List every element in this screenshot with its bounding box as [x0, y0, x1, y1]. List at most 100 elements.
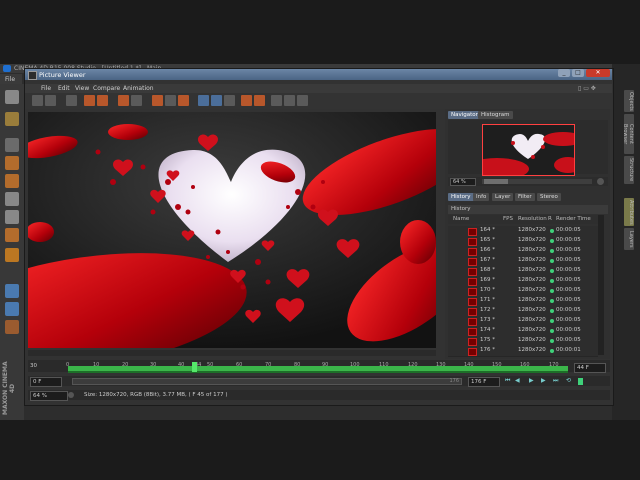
record-indicator[interactable] [578, 378, 583, 385]
stop-render-icon[interactable] [118, 95, 129, 106]
snap-icon[interactable] [5, 284, 19, 298]
history-resolution: 1280x720 [518, 297, 546, 303]
tab-filter[interactable]: Filter [515, 193, 535, 201]
save-icon[interactable] [45, 95, 56, 106]
model-mode-icon[interactable] [5, 156, 19, 170]
status-dot-icon [550, 339, 554, 343]
tab-navigator[interactable]: Navigator [448, 111, 481, 119]
tab-attributes[interactable]: Attributes [624, 198, 634, 226]
close-button[interactable]: ✕ [586, 69, 610, 77]
timeline-tick-label: 40 [178, 362, 185, 368]
step-forward-icon[interactable]: ▶ [541, 378, 547, 384]
split-icon[interactable] [254, 95, 265, 106]
history-scrollbar[interactable] [598, 215, 604, 355]
tab-structure[interactable]: Structure [624, 156, 634, 184]
enable-axis-icon[interactable] [5, 248, 19, 262]
render-region-icon[interactable] [66, 95, 77, 106]
history-name: 175 * [480, 337, 495, 343]
frame-range-slider[interactable]: 176 [72, 378, 462, 385]
play-icon[interactable]: ▶ [529, 378, 535, 384]
tab-layers[interactable]: Layers [624, 228, 634, 250]
timeline-playhead[interactable] [192, 362, 197, 372]
tab-info[interactable]: Info [473, 193, 490, 201]
tab-histogram[interactable]: Histogram [478, 111, 513, 119]
tab-objects[interactable]: Objects [624, 90, 634, 112]
end-frame-field[interactable]: 176 F [468, 377, 500, 387]
undo-icon[interactable] [5, 90, 19, 104]
zoom-field[interactable]: 64 % [30, 391, 68, 401]
current-frame-field[interactable]: 44 F [574, 363, 606, 373]
status-dot-icon [550, 289, 554, 293]
navigator-zoom-row: 64 % [448, 177, 608, 186]
diff-icon[interactable] [271, 95, 282, 106]
open-icon[interactable] [32, 95, 43, 106]
compare-a-icon[interactable] [198, 95, 209, 106]
menu-animation[interactable]: Animation [123, 85, 154, 92]
history-thumbnail [468, 248, 477, 256]
loop-icon[interactable]: ⟲ [566, 378, 572, 384]
go-to-end-icon[interactable]: ⏭ [553, 378, 559, 384]
tab-layer[interactable]: Layer [492, 193, 514, 201]
menu-file[interactable]: File [5, 76, 15, 83]
ab-icon[interactable] [284, 95, 295, 106]
col-name[interactable]: Name [453, 216, 469, 222]
history-render-time: 00:00:05 [556, 247, 581, 253]
col-render-time[interactable]: Render Time [556, 216, 591, 222]
history-thumbnail [468, 258, 477, 266]
menu-edit[interactable]: Edit [58, 85, 70, 92]
history-section-header: History [448, 205, 608, 214]
start-frame-field[interactable]: 0 F [30, 377, 62, 387]
history-thumbnail [468, 228, 477, 236]
zoom-in-icon[interactable] [597, 178, 604, 185]
texture-mode-icon[interactable] [5, 174, 19, 188]
col-fps[interactable]: FPS [503, 216, 513, 222]
live-select-icon[interactable] [5, 112, 19, 126]
scale-icon[interactable] [297, 95, 308, 106]
timeline-tick-label: 120 [408, 362, 418, 368]
lock-icon[interactable] [5, 320, 19, 334]
timeline-tick-label: 150 [492, 362, 502, 368]
cube-icon[interactable] [5, 138, 19, 152]
navigator-zoom-field[interactable]: 64 % [450, 178, 476, 186]
menu-compare[interactable]: Compare [93, 85, 120, 92]
points-mode-icon[interactable] [5, 192, 19, 206]
zoom-options-icon[interactable] [68, 392, 74, 398]
workplane-icon[interactable] [5, 302, 19, 316]
paste-icon[interactable] [97, 95, 108, 106]
polygons-mode-icon[interactable] [5, 228, 19, 242]
image-horizontal-scrollbar[interactable] [28, 350, 436, 356]
navigator-zoom-handle[interactable] [484, 179, 508, 184]
ab-compare-icon[interactable] [241, 95, 252, 106]
timeline-cached-bar [68, 371, 568, 373]
render-image[interactable] [28, 112, 436, 348]
menu-file[interactable]: File [41, 85, 51, 92]
step-back-icon[interactable]: ◀ [515, 378, 521, 384]
copy-icon[interactable] [84, 95, 95, 106]
navigator-thumbnail[interactable] [482, 124, 575, 176]
compare-b-icon[interactable] [211, 95, 222, 106]
menu-view[interactable]: View [75, 85, 89, 92]
tab-content-browser[interactable]: Content Browser [622, 114, 634, 154]
picture-viewer-menu-bar: File Edit View Compare Animation [25, 84, 612, 93]
render-view-icon[interactable] [131, 95, 142, 106]
minimize-button[interactable]: _ [558, 69, 570, 77]
edges-mode-icon[interactable] [5, 210, 19, 224]
tab-stereo[interactable]: Stereo [537, 193, 561, 201]
picture-viewer-title-bar[interactable]: Picture Viewer [25, 69, 612, 80]
col-r[interactable]: R [548, 216, 552, 222]
zoom-icon[interactable] [165, 95, 176, 106]
channel-icon[interactable] [178, 95, 189, 106]
maximize-button[interactable]: □ [572, 69, 584, 77]
c4d-menu-bar: File [0, 74, 22, 84]
go-to-start-icon[interactable]: ⏮ [505, 378, 511, 384]
status-text: Size: 1280x720, RGB (8Bit), 3.77 MB, ( F… [84, 392, 228, 398]
history-row[interactable]: 176 * 1280x720 00:00:01 [448, 346, 598, 357]
history-name: 165 * [480, 237, 495, 243]
fit-icon[interactable] [152, 95, 163, 106]
col-resolution[interactable]: Resolution [518, 216, 547, 222]
timeline-tick-label: 60 [236, 362, 243, 368]
tab-history[interactable]: History [448, 193, 474, 201]
picture-viewer-title: Picture Viewer [39, 71, 86, 79]
fps-field[interactable]: 30 [30, 363, 37, 369]
swap-icon[interactable] [224, 95, 235, 106]
